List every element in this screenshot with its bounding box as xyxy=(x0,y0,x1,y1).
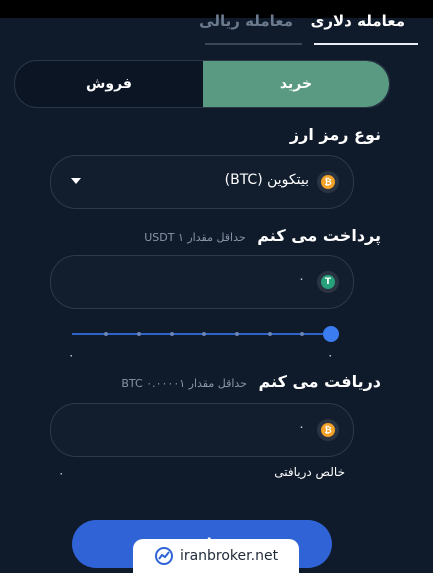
usdt-coin-icon: T xyxy=(317,271,339,293)
slider-step-dot xyxy=(202,332,206,336)
receive-amount-input[interactable]: ₿ ۰ xyxy=(50,403,354,457)
trade-type-tabs: معامله دلاری معامله ریالی xyxy=(0,0,433,46)
btc-coin-icon: ₿ xyxy=(317,419,339,441)
slider-step-dot xyxy=(268,332,272,336)
pay-amount-value: ۰ xyxy=(298,272,305,287)
crypto-select-value: بیتکوین (BTC) xyxy=(224,172,309,188)
crypto-select[interactable]: ₿ بیتکوین (BTC) xyxy=(50,155,354,209)
tab-dollar-trade[interactable]: معامله دلاری xyxy=(311,12,405,30)
pay-label-row: پرداخت می کنم حداقل مقدار ۱ USDT xyxy=(144,226,381,245)
buy-sell-toggle: خرید فروش xyxy=(14,60,390,108)
pay-amount-input[interactable]: T ۰ xyxy=(50,255,354,309)
pay-label: پرداخت می کنم xyxy=(257,226,381,245)
slider-step-dot xyxy=(300,332,304,336)
chevron-down-icon xyxy=(71,178,81,184)
pay-minimum-hint: حداقل مقدار ۱ USDT xyxy=(144,231,246,244)
receive-minimum-hint: حداقل مقدار ۰.۰۰۰۰۱ BTC xyxy=(121,377,247,390)
active-tab-indicator xyxy=(314,43,418,45)
buy-toggle-button[interactable]: خرید xyxy=(203,61,389,107)
watermark-text: iranbroker.net xyxy=(179,548,279,564)
net-received-label: خالص دریافتی xyxy=(274,465,345,479)
slider-max-label: ۰ xyxy=(327,348,334,362)
watermark: iranbroker.net xyxy=(133,539,299,573)
btc-coin-icon: ₿ xyxy=(317,171,339,193)
amount-slider-thumb[interactable] xyxy=(323,326,339,342)
crypto-type-label: نوع رمز ارز xyxy=(289,125,381,144)
slider-step-dot xyxy=(170,332,174,336)
slider-step-dot xyxy=(104,332,108,336)
receive-label-row: دریافت می کنم حداقل مقدار ۰.۰۰۰۰۱ BTC xyxy=(121,372,381,391)
net-received-value: ۰ xyxy=(58,466,65,480)
slider-step-dot xyxy=(137,332,141,336)
iranbroker-logo-icon xyxy=(154,547,173,565)
receive-label: دریافت می کنم xyxy=(258,372,381,391)
sell-toggle-button[interactable]: فروش xyxy=(15,61,203,107)
amount-slider-track[interactable] xyxy=(72,333,330,335)
tab-rial-trade[interactable]: معامله ریالی xyxy=(199,12,293,30)
slider-step-dot xyxy=(235,332,239,336)
receive-amount-value: ۰ xyxy=(298,420,305,435)
slider-min-label: ۰ xyxy=(68,348,75,362)
inactive-tab-indicator xyxy=(205,43,302,45)
